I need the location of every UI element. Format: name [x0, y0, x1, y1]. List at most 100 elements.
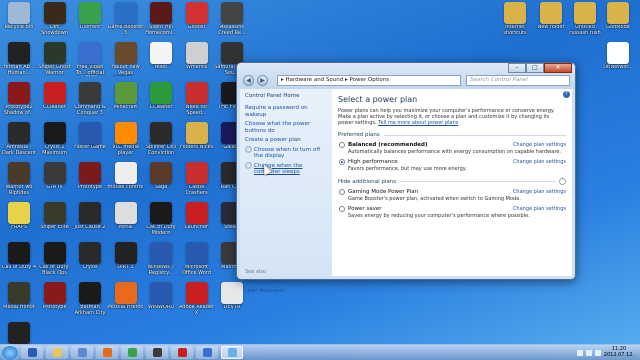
desktop-icon[interactable]: Faster Game: [73, 122, 107, 162]
breadcrumb-power-options[interactable]: Power Options: [350, 77, 390, 83]
desktop-icon[interactable]: GTA IV: [38, 162, 72, 202]
tell-me-more-link[interactable]: Tell me more about power plans: [378, 120, 458, 126]
tray-network-icon[interactable]: [585, 349, 592, 356]
taskbar-app-button[interactable]: [71, 346, 93, 359]
desktop-icon[interactable]: Windows 7 Registry...: [144, 242, 178, 282]
see-also-user-accounts[interactable]: User Accounts: [245, 288, 284, 294]
desktop-icon[interactable]: Call of Duty 4: [2, 242, 36, 282]
desktop-icon[interactable]: DiRT 3: [109, 242, 143, 282]
taskbar-app-button[interactable]: [171, 346, 193, 359]
plan-radio[interactable]: [339, 142, 345, 148]
desktop-icon[interactable]: Call of Duty Modern: [144, 202, 178, 242]
desktop-icon[interactable]: Launcher: [180, 202, 214, 242]
hide-additional-plans-header[interactable]: Hide additional plans ˆ: [338, 178, 566, 185]
desktop-icon[interactable]: Minecraft: [109, 82, 143, 122]
search-input[interactable]: Search Control Panel: [466, 75, 570, 86]
desktop-icon[interactable]: Command & Conquer 3: [73, 82, 107, 122]
breadcrumb-hardware-sound[interactable]: Hardware and Sound: [286, 77, 344, 83]
taskbar-app-button[interactable]: [46, 346, 68, 359]
maximize-button[interactable]: □: [526, 63, 544, 73]
desktop-icon[interactable]: FRAPS: [2, 202, 36, 242]
desktop-icon[interactable]: GBoost: [180, 2, 214, 42]
power-plan-row[interactable]: Power saver Saves energy by reducing your…: [338, 206, 566, 219]
desktop-icon[interactable]: Wmenta: [180, 42, 214, 82]
desktop-icon[interactable]: VLC media player: [109, 122, 143, 162]
desktop-icon[interactable]: Call of Duty: Black Ops: [38, 242, 72, 282]
desktop-icon[interactable]: Untitled russssh rush: [568, 2, 602, 42]
sidebar-link-power-buttons[interactable]: Choose what the power buttons do: [245, 121, 327, 134]
collapse-chevron-icon[interactable]: ˆ: [559, 178, 566, 185]
sidebar-link-create-plan[interactable]: Create a power plan: [245, 137, 327, 144]
help-icon[interactable]: ?: [563, 91, 570, 98]
taskbar-app-button[interactable]: [146, 346, 168, 359]
tray-volume-icon[interactable]: [594, 349, 601, 356]
back-button[interactable]: ◀: [243, 75, 254, 86]
plan-radio[interactable]: [339, 206, 345, 212]
desktop-icon[interactable]: Prototype: [73, 162, 107, 202]
sidebar-link-turn-off-display[interactable]: Choose when to turn off the display: [245, 145, 327, 160]
desktop-icon[interactable]: Free Video To... official VIDEO: [73, 42, 107, 82]
desktop-icon[interactable]: Sniper Ghost Warrior: [38, 42, 72, 82]
desktop-icon[interactable]: Microsoft Office Word: [180, 242, 214, 282]
minimize-button[interactable]: –: [508, 63, 526, 73]
desktop-icon[interactable]: Mozilla Firefox: [108, 282, 143, 322]
desktop-icon[interactable]: Sniper Elite: [38, 202, 72, 242]
desktop-icon[interactable]: Portal: [109, 202, 143, 242]
desktop-icon[interactable]: WINWORD: [144, 282, 178, 322]
desktop-icon[interactable]: Castle Crashers: [180, 162, 214, 202]
desktop-icon[interactable]: Batman Arkham City: [73, 282, 107, 322]
plan-radio[interactable]: [339, 189, 345, 195]
tray-flag-icon[interactable]: [576, 349, 583, 356]
desktop-icon[interactable]: Prototype2 Shadow of...: [2, 82, 36, 122]
desktop-icon[interactable]: New folder: [534, 2, 568, 42]
taskbar-app-button[interactable]: [121, 346, 143, 359]
desktop-icon[interactable]: DEVTR: [215, 282, 249, 322]
change-plan-settings-link[interactable]: Change plan settings: [513, 189, 566, 195]
clock[interactable]: 11:20 2012.07.12.: [604, 346, 634, 358]
sidebar-link-require-password[interactable]: Require a password on wakeup: [245, 105, 327, 118]
desktop-icon[interactable]: Fallout new Vegas america...: [109, 42, 143, 82]
forward-button[interactable]: ▶: [257, 75, 268, 86]
sidebar-link-sleep[interactable]: Change when the computer sleeps: [245, 161, 327, 176]
plan-radio[interactable]: [339, 159, 345, 165]
desktop-icon[interactable]: reset: [144, 42, 178, 82]
desktop-icon[interactable]: Prototype: [38, 282, 72, 322]
desktop-icon[interactable]: DBNetwor...: [601, 42, 635, 82]
desktop-icon[interactable]: Silent Hill Homecomi...: [144, 2, 178, 42]
desktop-icon[interactable]: mouse control: [108, 162, 143, 202]
desktop-icon[interactable]: Hitman Ab... Human...: [2, 42, 36, 82]
taskbar-app-button[interactable]: [221, 346, 243, 359]
start-button[interactable]: [2, 345, 18, 360]
desktop-icon[interactable]: uTorrent: [73, 2, 107, 42]
desktop-icon[interactable]: Recycle Bin: [2, 2, 36, 42]
desktop-icon[interactable]: Folders Nicks: [180, 122, 214, 162]
power-plan-row[interactable]: Gaming Mode Power Plan Game Booster's pow…: [338, 189, 566, 202]
desktop-icon[interactable]: Need for Speed...: [180, 82, 214, 122]
desktop-icon[interactable]: Crysis 2 Maximum: [38, 122, 72, 162]
desktop-icon[interactable]: Amnesia - Dark Descent: [2, 122, 36, 162]
desktop-icon[interactable]: Dirt Showdown: [38, 2, 72, 42]
desktop-icon[interactable]: Adobe Reader X: [179, 282, 214, 322]
desktop-icon[interactable]: Warrior wo Riptides: [2, 162, 36, 202]
desktop-icon[interactable]: Saga: [144, 162, 178, 202]
taskbar-app-button[interactable]: [96, 346, 118, 359]
desktop-icon[interactable]: Medal Honor: [2, 282, 36, 322]
change-plan-settings-link[interactable]: Change plan settings: [513, 159, 566, 165]
desktop-icon[interactable]: Game Booster 3: [108, 2, 143, 42]
desktop-icon[interactable]: Splinter Cell Conviction: [144, 122, 178, 162]
change-plan-settings-link[interactable]: Change plan settings: [513, 206, 566, 212]
desktop-icon[interactable]: Assassins Creed Re...: [215, 2, 249, 42]
address-bar[interactable]: ▸ Hardware and Sound ▸ Power Options: [277, 75, 461, 86]
control-panel-home-link[interactable]: Control Panel Home: [245, 93, 327, 99]
change-plan-settings-link[interactable]: Change plan settings: [513, 142, 566, 148]
desktop-icon[interactable]: CCleaner: [38, 82, 72, 122]
desktop-icon[interactable]: Internet shortcuts: [498, 2, 532, 42]
power-plan-row[interactable]: High performance Favors performance, but …: [338, 159, 566, 172]
taskbar-app-button[interactable]: [196, 346, 218, 359]
desktop-icon[interactable]: CCleaner: [144, 82, 178, 122]
power-plan-row[interactable]: Balanced (recommended) Automatically bala…: [338, 142, 566, 155]
desktop-icon[interactable]: Just Cause 2: [73, 202, 107, 242]
desktop-icon[interactable]: GodMode: [601, 2, 635, 42]
see-also-personalization[interactable]: Personalization: [245, 279, 287, 285]
desktop-icon[interactable]: Crysis: [73, 242, 107, 282]
